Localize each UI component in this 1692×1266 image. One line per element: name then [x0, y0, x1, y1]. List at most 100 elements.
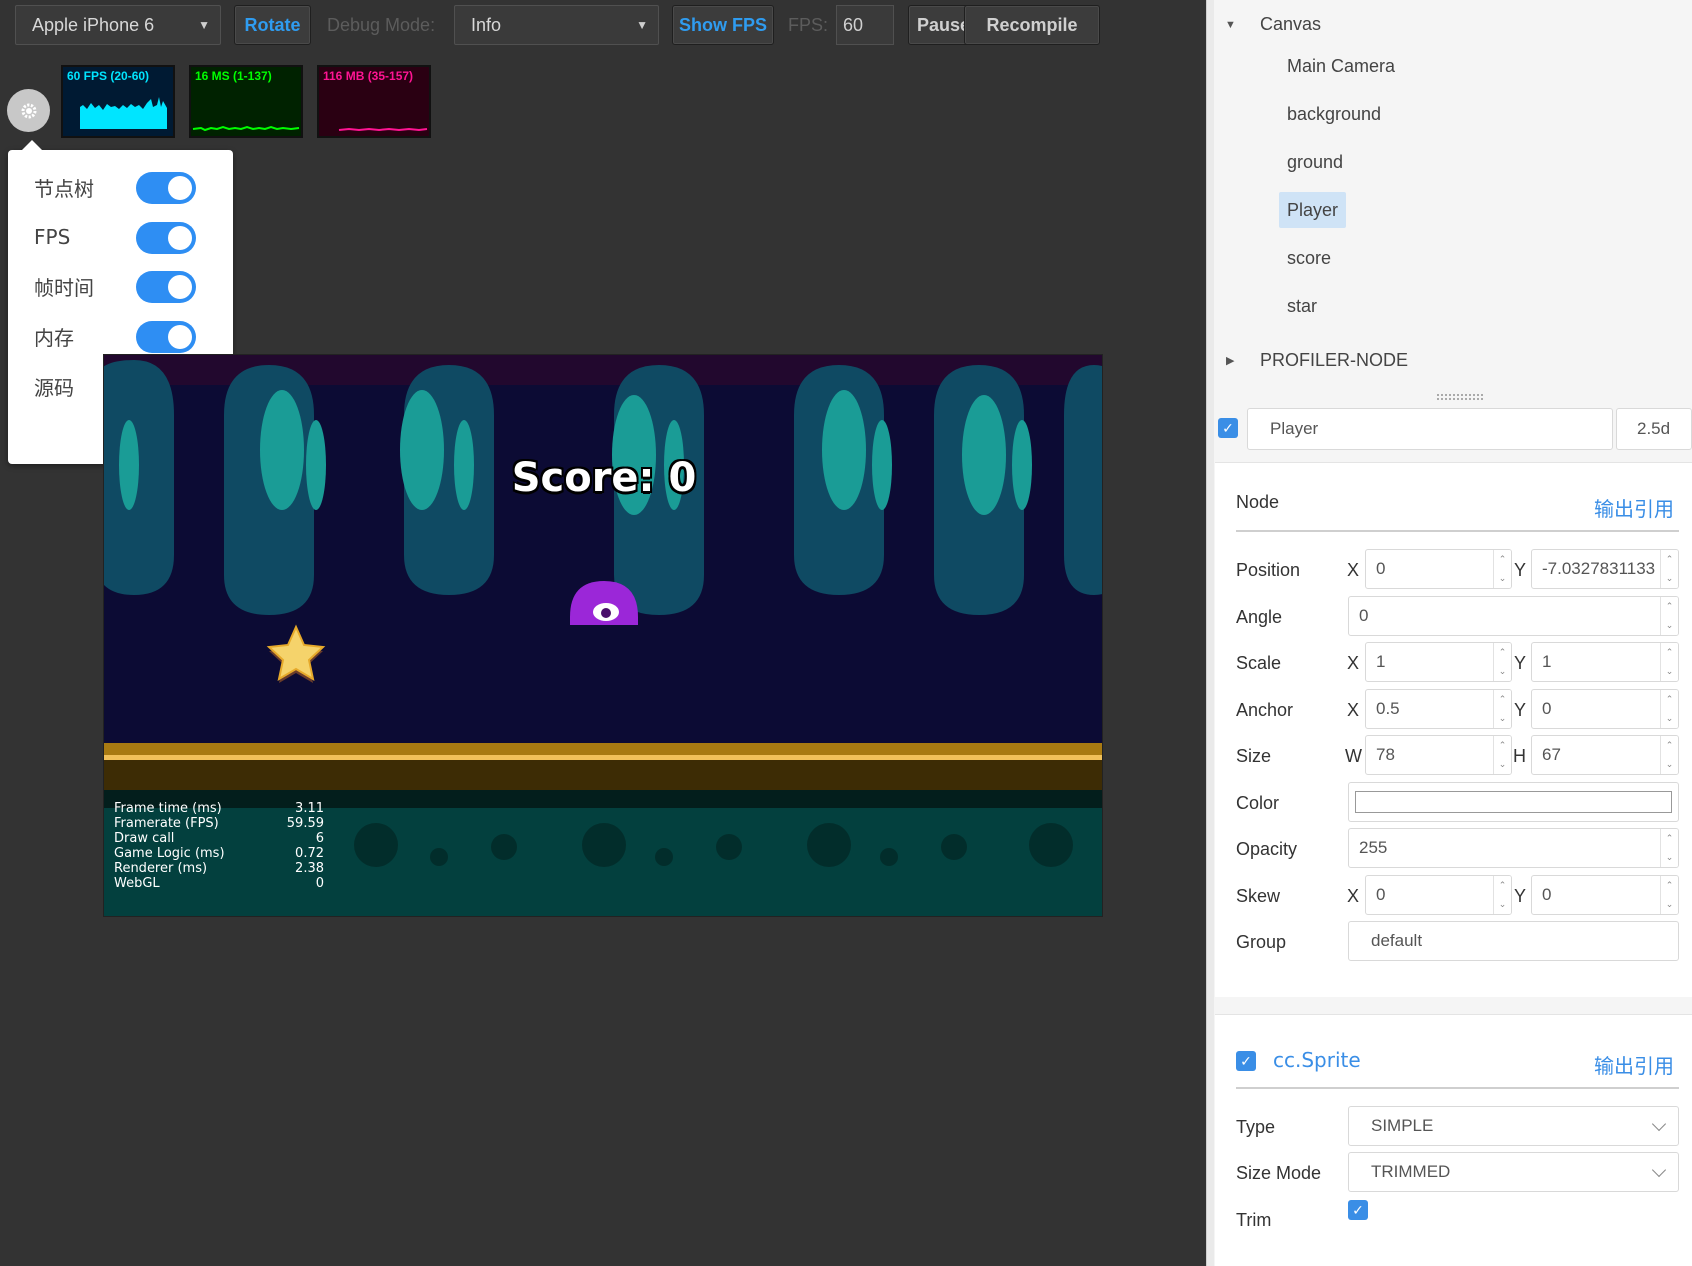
value: 1: [1542, 652, 1552, 671]
ms-graph-label: 16 MS (1-137): [195, 69, 272, 83]
tree-item-background[interactable]: background: [1287, 96, 1381, 132]
sprite-export-ref-link[interactable]: 输出引用: [1594, 1050, 1674, 1079]
value: 0: [1542, 699, 1552, 718]
anchor-y-input[interactable]: 0 ⌃ ⌄: [1531, 689, 1679, 729]
gear-icon: [21, 103, 36, 118]
stepper-icon[interactable]: ⌃ ⌄: [1660, 829, 1678, 867]
position-x-input[interactable]: 0 ⌃ ⌄: [1365, 549, 1512, 589]
node-name-input[interactable]: Player: [1247, 408, 1613, 450]
value: 0: [1359, 606, 1369, 625]
value: 0: [1376, 885, 1386, 904]
stepper-icon[interactable]: ⌃ ⌄: [1493, 736, 1511, 774]
type-value: SIMPLE: [1371, 1116, 1434, 1135]
value: 78: [1376, 745, 1395, 764]
sprite-component-title: cc.Sprite: [1273, 1048, 1361, 1072]
tree-item-star[interactable]: star: [1287, 288, 1317, 324]
axis-h-label: H: [1513, 746, 1526, 766]
tree-item-player[interactable]: Player: [1279, 192, 1347, 228]
fps-input[interactable]: 60: [836, 5, 894, 45]
size-w-input[interactable]: 78 ⌃ ⌄: [1365, 735, 1512, 775]
axis-x-label: X: [1347, 886, 1360, 906]
stepper-icon[interactable]: ⌃ ⌄: [1660, 876, 1678, 914]
axis-y-label: Y: [1514, 653, 1527, 673]
profiler-toggle-button[interactable]: [7, 89, 50, 132]
tree-item-main-camera[interactable]: Main Camera: [1287, 48, 1395, 84]
axis-y-label: Y: [1514, 700, 1527, 720]
anchor-label: Anchor: [1236, 700, 1294, 720]
show-fps-button[interactable]: Show FPS: [672, 5, 774, 45]
position-y-input[interactable]: -7.0327831133 ⌃ ⌄: [1531, 549, 1679, 589]
debug-mode-select[interactable]: Info ▼: [454, 5, 659, 45]
stepper-icon[interactable]: ⌃ ⌄: [1493, 643, 1511, 681]
stepper-icon[interactable]: ⌃ ⌄: [1493, 690, 1511, 728]
node-tree-switch[interactable]: [136, 172, 196, 204]
fps-graph: 60 FPS (20-60): [61, 65, 175, 138]
stepper-icon[interactable]: ⌃ ⌄: [1660, 550, 1678, 588]
node-mode-field[interactable]: 2.5d: [1616, 408, 1692, 450]
stat-value: 0.72: [295, 846, 324, 861]
value: 0.5: [1376, 699, 1400, 718]
size-mode-select[interactable]: TRIMMED: [1348, 1152, 1679, 1192]
anchor-x-input[interactable]: 0.5 ⌃ ⌄: [1365, 689, 1512, 729]
toggle-label: 内存: [34, 325, 74, 350]
stepper-icon[interactable]: ⌃ ⌄: [1493, 876, 1511, 914]
stepper-icon[interactable]: ⌃ ⌄: [1660, 736, 1678, 774]
panel-divider[interactable]: [1206, 0, 1214, 1266]
skew-y-input[interactable]: 0 ⌃ ⌄: [1531, 875, 1679, 915]
recompile-button[interactable]: Recompile: [964, 5, 1100, 45]
device-value: Apple iPhone 6: [32, 14, 155, 35]
axis-x-label: X: [1347, 653, 1360, 673]
size-mode-value: TRIMMED: [1371, 1162, 1451, 1181]
node-export-ref-link[interactable]: 输出引用: [1594, 493, 1674, 522]
stepper-icon[interactable]: ⌃ ⌄: [1660, 597, 1678, 635]
tree-item-profiler-node[interactable]: PROFILER-NODE: [1260, 342, 1408, 378]
caret-right-icon[interactable]: ▶: [1226, 354, 1234, 367]
sprite-enabled-checkbox[interactable]: ✓: [1236, 1051, 1256, 1071]
type-label: Type: [1236, 1117, 1276, 1137]
stat-row: Framerate (FPS) 59.59: [114, 816, 324, 831]
toggle-row-node-tree: 节点树: [34, 170, 224, 204]
toggle-row-frame-time: 帧时间: [34, 269, 224, 303]
ms-graph: 16 MS (1-137): [189, 65, 303, 138]
scale-x-input[interactable]: 1 ⌃ ⌄: [1365, 642, 1512, 682]
trim-label: Trim: [1236, 1210, 1272, 1230]
rotate-button[interactable]: Rotate: [234, 5, 311, 45]
stepper-icon[interactable]: ⌃ ⌄: [1660, 643, 1678, 681]
trim-checkbox[interactable]: ✓: [1348, 1200, 1368, 1220]
stat-value: 3.11: [295, 801, 324, 816]
memory-switch[interactable]: [136, 321, 196, 353]
value: 0: [1542, 885, 1552, 904]
tree-item-ground[interactable]: ground: [1287, 144, 1343, 180]
value: 255: [1359, 838, 1388, 857]
device-select[interactable]: Apple iPhone 6 ▼: [15, 5, 221, 45]
axis-w-label: W: [1345, 746, 1362, 766]
stat-row: Game Logic (ms) 0.72: [114, 846, 324, 861]
node-section-title: Node: [1236, 492, 1280, 512]
group-field[interactable]: default: [1348, 921, 1679, 961]
angle-input[interactable]: 0 ⌃ ⌄: [1348, 596, 1679, 636]
stepper-icon[interactable]: ⌃ ⌄: [1493, 550, 1511, 588]
game-canvas[interactable]: Score: 0 Frame time (ms) 3.11 Framerate (…: [103, 354, 1103, 917]
axis-y-label: Y: [1514, 560, 1527, 580]
frame-time-switch[interactable]: [136, 271, 196, 303]
fps-graph-label: 60 FPS (20-60): [67, 69, 150, 83]
divider: [1236, 530, 1679, 532]
toggle-label: 节点树: [34, 176, 94, 201]
type-select[interactable]: SIMPLE: [1348, 1106, 1679, 1146]
skew-x-input[interactable]: 0 ⌃ ⌄: [1365, 875, 1512, 915]
scale-y-input[interactable]: 1 ⌃ ⌄: [1531, 642, 1679, 682]
node-active-checkbox[interactable]: ✓: [1218, 418, 1238, 438]
tree-item-score[interactable]: score: [1287, 240, 1331, 276]
fps-switch[interactable]: [136, 222, 196, 254]
caret-down-icon[interactable]: ▼: [1225, 19, 1236, 31]
tree-item-canvas[interactable]: Canvas: [1260, 6, 1321, 42]
color-swatch[interactable]: [1355, 791, 1672, 813]
memory-graph-label: 116 MB (35-157): [323, 69, 414, 83]
stepper-icon[interactable]: ⌃ ⌄: [1660, 690, 1678, 728]
color-field[interactable]: [1348, 782, 1679, 822]
stat-key: Draw call: [114, 831, 175, 846]
angle-label: Angle: [1236, 607, 1283, 627]
opacity-input[interactable]: 255 ⌃ ⌄: [1348, 828, 1679, 868]
debug-mode-label: Debug Mode:: [327, 14, 436, 35]
size-h-input[interactable]: 67 ⌃ ⌄: [1531, 735, 1679, 775]
